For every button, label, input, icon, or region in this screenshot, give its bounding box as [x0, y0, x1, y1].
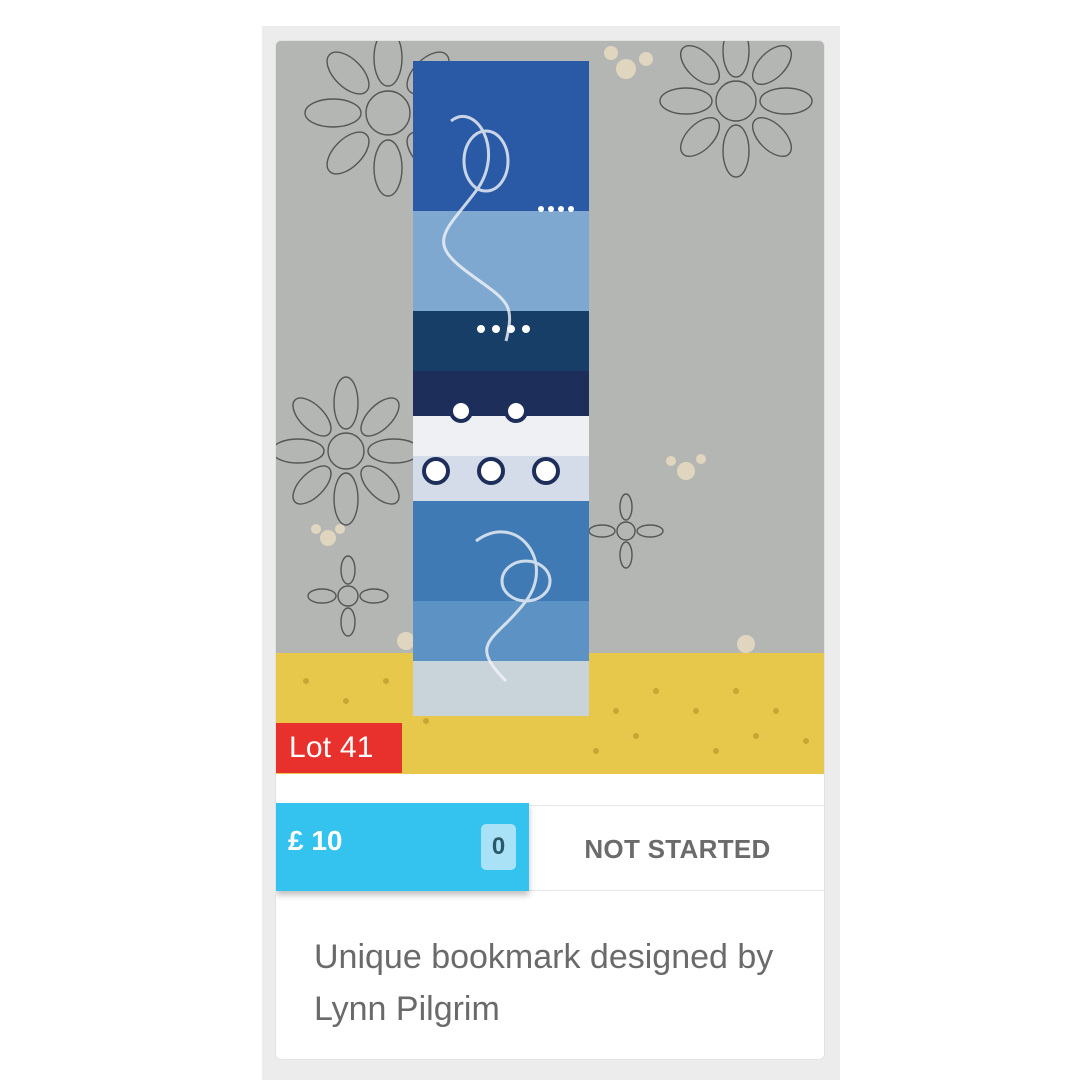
- lot-card[interactable]: Lot 41 £ 10 0 NOT STARTED Unique bookmar…: [275, 40, 825, 1060]
- bidding-status-row: £ 10 0 NOT STARTED: [276, 803, 824, 891]
- current-price-box[interactable]: £ 10 0: [276, 803, 529, 891]
- lot-number-badge: Lot 41: [276, 723, 402, 773]
- bid-count-badge: 0: [481, 824, 516, 870]
- bookmark-photo: [276, 41, 824, 774]
- auction-status: NOT STARTED: [584, 834, 771, 864]
- lot-title[interactable]: Unique bookmark designed by Lynn Pilgrim: [314, 931, 794, 1035]
- current-price: £ 10: [288, 825, 343, 856]
- lot-photo[interactable]: Lot 41: [276, 41, 824, 774]
